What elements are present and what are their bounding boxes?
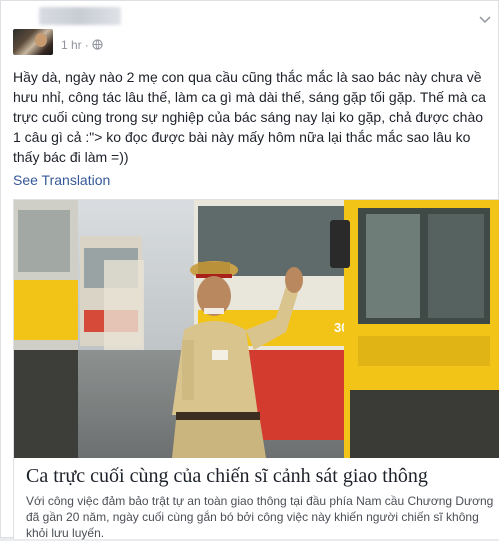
avatar[interactable] [13, 29, 53, 55]
timestamp[interactable]: 1 hr [61, 38, 82, 52]
author-name-blurred[interactable] [39, 7, 121, 25]
post-text: Hầy dà, ngày nào 2 mẹ con qua cầu cũng t… [13, 69, 486, 165]
meta-separator: · [84, 38, 89, 52]
globe-icon [92, 39, 103, 53]
post-meta: 1 hr · [61, 38, 103, 53]
link-description: Với công việc đảm bảo trật tự an toàn gi… [26, 494, 494, 540]
post-card: 1 hr · Hầy dà, ngày nào 2 mẹ con qua cầu … [0, 0, 499, 540]
see-translation-link[interactable]: See Translation [13, 172, 110, 188]
traffic-police-photo: 30K [14, 200, 499, 458]
link-title[interactable]: Ca trực cuối cùng của chiến sĩ cảnh sát … [26, 464, 496, 488]
chevron-down-icon[interactable] [479, 13, 491, 27]
post-header: 1 hr · [13, 5, 493, 61]
link-preview[interactable]: 30K [13, 199, 499, 540]
link-image[interactable]: 30K [14, 200, 499, 458]
